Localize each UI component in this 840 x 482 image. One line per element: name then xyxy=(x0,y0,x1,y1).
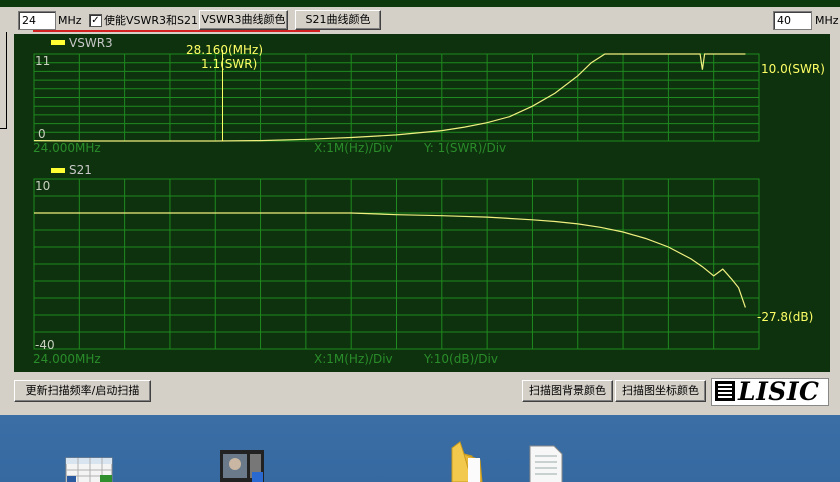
s21-color-button[interactable]: S21曲线颜色 xyxy=(295,10,381,30)
scan-plots xyxy=(33,50,760,350)
spreadsheet-icon[interactable] xyxy=(65,457,113,482)
s21-y-div-label: Y:10(dB)/Div xyxy=(424,352,498,366)
start-frequency-input[interactable]: 24 xyxy=(18,11,56,30)
vswr-legend-swatch xyxy=(51,40,65,45)
vswr-legend-label: VSWR3 xyxy=(69,36,113,50)
vswr-end-readout: 10.0(SWR) xyxy=(761,62,825,76)
left-window-edge xyxy=(0,32,7,129)
lisic-logo-mark xyxy=(715,381,735,401)
scan-display: VSWR3 11 0 24.000MHz X:1M(Hz)/Div Y: 1(S… xyxy=(14,34,830,372)
vswr-y-top-label: 11 xyxy=(35,54,51,68)
upper-window-remnant xyxy=(0,0,840,7)
s21-x-div-label: X:1M(Hz)/Div xyxy=(314,352,393,366)
lisic-logo: LISIC xyxy=(711,377,829,406)
stop-unit-label: MHz xyxy=(815,14,839,27)
text-document-icon[interactable] xyxy=(529,445,563,482)
vswr-color-button[interactable]: VSWR3曲线颜色 xyxy=(199,10,288,30)
s21-y-top-label: 10 xyxy=(35,179,51,193)
s21-legend-label: S21 xyxy=(69,163,92,177)
enable-checkbox[interactable]: ✓ xyxy=(89,14,102,27)
s21-legend-swatch xyxy=(51,168,65,173)
folder-icon[interactable] xyxy=(451,441,483,482)
s21-end-readout: -27.8(dB) xyxy=(757,310,814,324)
s21-y-bottom-label: -40 xyxy=(35,338,55,352)
s21-x-start-label: 24.000MHz xyxy=(33,352,101,366)
enable-checkbox-label: 使能VSWR3和S21 xyxy=(104,14,199,27)
start-unit-label: MHz xyxy=(58,14,82,27)
video-file-icon[interactable] xyxy=(220,450,264,482)
axis-color-button[interactable]: 扫描图坐标颜色 xyxy=(615,380,706,402)
red-progress-line xyxy=(33,30,320,32)
stop-frequency-input[interactable]: 40 xyxy=(773,11,812,30)
vswr-y-bottom-label: 0 xyxy=(38,127,46,141)
background-color-button[interactable]: 扫描图背景颜色 xyxy=(522,380,613,402)
vswr-x-start-label: 24.000MHz xyxy=(33,141,101,155)
marker-frequency-label: 28.160(MHz) xyxy=(186,43,264,57)
marker-value-label: 1.1(SWR) xyxy=(201,57,258,71)
lisic-logo-text: LISIC xyxy=(738,377,820,406)
vswr-x-div-label: X:1M(Hz)/Div xyxy=(314,141,393,155)
vswr-y-div-label: Y: 1(SWR)/Div xyxy=(424,141,507,155)
desktop-background xyxy=(0,415,840,482)
rescan-button[interactable]: 更新扫描频率/启动扫描 xyxy=(14,380,151,402)
s21-trace xyxy=(34,212,746,308)
